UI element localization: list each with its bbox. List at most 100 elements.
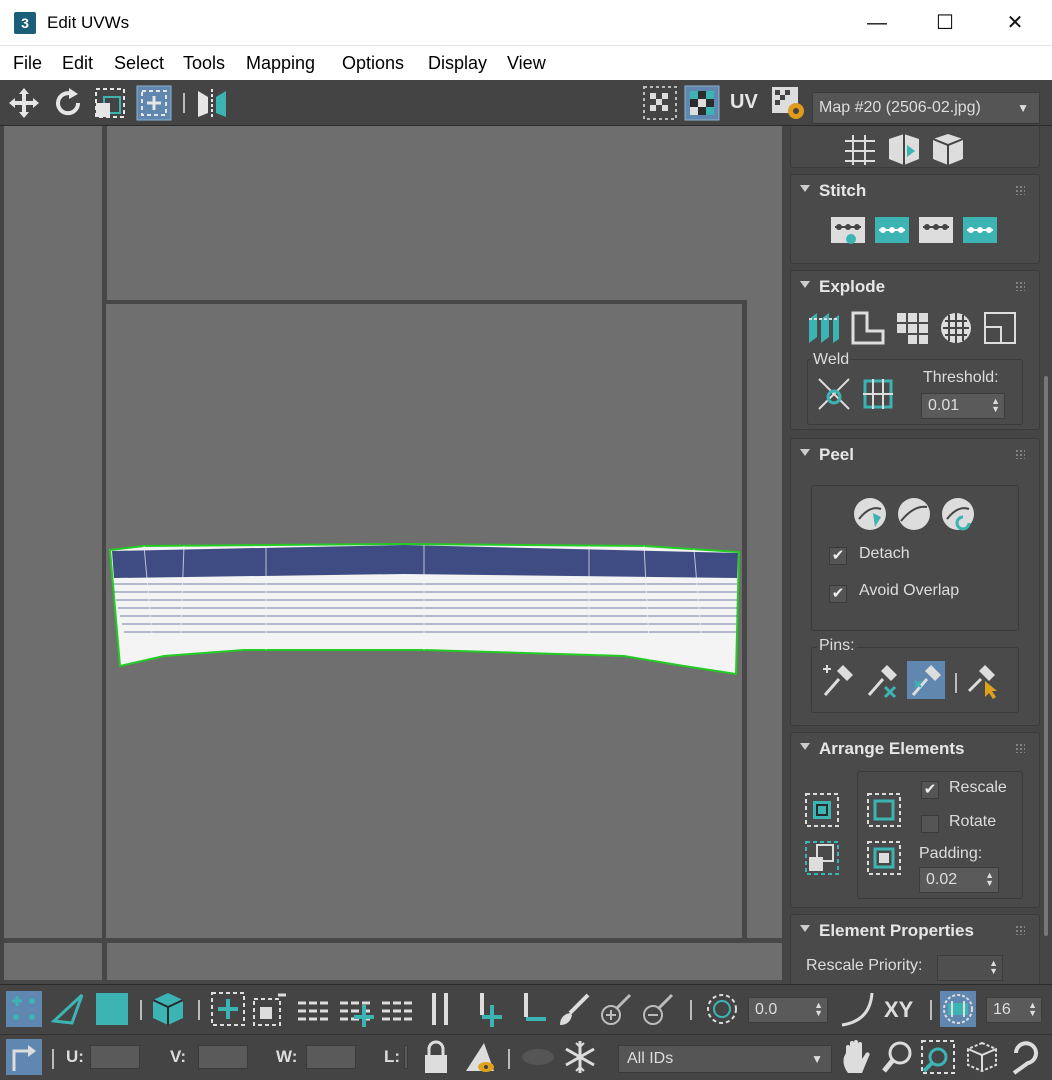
threshold-spinner[interactable]: 0.01 ▲ ▼ xyxy=(921,393,1005,419)
peel-title[interactable]: Peel xyxy=(819,445,854,465)
pack-custom-icon[interactable] xyxy=(803,791,841,829)
map-select[interactable]: Map #20 (2506-02.jpg) ▼ xyxy=(812,92,1040,124)
explode-to-faces-icon[interactable] xyxy=(893,309,931,347)
collapse-arrow-icon[interactable] xyxy=(800,281,810,288)
grow-ring-icon[interactable] xyxy=(470,991,506,1027)
stitch-custom-icon[interactable] xyxy=(961,211,999,249)
uv-viewport[interactable] xyxy=(4,126,782,984)
panel-scrollbar[interactable] xyxy=(1044,376,1048,936)
show-icon[interactable] xyxy=(520,1039,556,1075)
element-mode-icon[interactable] xyxy=(150,991,186,1027)
quick-peel-icon[interactable] xyxy=(851,495,889,533)
explode-title[interactable]: Explode xyxy=(819,277,885,297)
avoid-overlap-checkbox[interactable]: ✔ xyxy=(829,585,847,603)
collapse-arrow-icon[interactable] xyxy=(800,925,810,932)
menu-select[interactable]: Select xyxy=(114,53,164,74)
grip-icon[interactable] xyxy=(1015,925,1025,935)
menu-file[interactable]: File xyxy=(13,53,42,74)
help-icon[interactable] xyxy=(1008,1039,1044,1075)
vertex-mode-icon[interactable] xyxy=(6,991,42,1027)
padding-spinner[interactable]: 0.02 ▲ ▼ xyxy=(919,867,999,893)
brush-remove-icon[interactable] xyxy=(640,991,676,1027)
pack-together-icon[interactable] xyxy=(865,791,903,829)
pack-rescale-icon[interactable] xyxy=(865,839,903,877)
collapse-arrow-icon[interactable] xyxy=(800,185,810,192)
soft-selection-icon[interactable] xyxy=(704,991,740,1027)
flatten-icon[interactable] xyxy=(937,309,975,347)
maximize-button[interactable]: ☐ xyxy=(910,0,980,46)
paint-select-icon[interactable] xyxy=(556,991,592,1027)
grow-loop-icon[interactable] xyxy=(338,991,374,1027)
spinner-arrows-icon[interactable]: ▲ ▼ xyxy=(991,397,1000,414)
w-field[interactable] xyxy=(306,1045,356,1069)
rotation-spinner[interactable]: 0.0 ▲ ▼ xyxy=(748,997,828,1023)
spinner-arrows-icon[interactable]: ▲ ▼ xyxy=(989,959,998,976)
falloff-curve-icon[interactable] xyxy=(840,991,876,1027)
reset-peel-icon[interactable] xyxy=(939,495,977,533)
stitch-to-source-icon[interactable] xyxy=(917,211,955,249)
menu-mapping[interactable]: Mapping xyxy=(246,53,315,74)
grip-icon[interactable] xyxy=(1015,185,1025,195)
collapse-arrow-icon[interactable] xyxy=(800,743,810,750)
rotate-icon[interactable] xyxy=(50,85,86,121)
zoom-region-icon[interactable] xyxy=(920,1039,956,1075)
menu-edit[interactable]: Edit xyxy=(62,53,93,74)
show-map-icon[interactable] xyxy=(684,85,720,121)
grid-snap-icon[interactable] xyxy=(940,991,976,1027)
freeze-icon[interactable] xyxy=(562,1039,598,1075)
material-id-select[interactable]: All IDs ▼ xyxy=(618,1045,832,1073)
arrange-elements-title[interactable]: Arrange Elements xyxy=(819,739,965,759)
weld-target-icon[interactable] xyxy=(859,375,897,413)
hide-icon[interactable] xyxy=(462,1039,498,1075)
pin-select-icon[interactable] xyxy=(963,661,1001,699)
collapse-arrow-icon[interactable] xyxy=(800,449,810,456)
ring-select-icon[interactable] xyxy=(424,991,460,1027)
face-mode-icon[interactable] xyxy=(94,991,130,1027)
checker-icon[interactable] xyxy=(642,85,678,121)
stitch-to-target-icon[interactable] xyxy=(829,211,867,249)
menu-display[interactable]: Display xyxy=(428,53,487,74)
absolute-offset-icon[interactable] xyxy=(6,1039,42,1075)
menu-view[interactable]: View xyxy=(507,53,546,74)
shrink-selection-icon[interactable] xyxy=(252,991,288,1027)
pin-add-icon[interactable] xyxy=(819,661,857,699)
edge-mode-icon[interactable] xyxy=(50,991,86,1027)
pack-normalize-icon[interactable] xyxy=(803,839,841,877)
detach-checkbox[interactable]: ✔ xyxy=(829,547,847,565)
shrink-loop-icon[interactable] xyxy=(380,991,416,1027)
stitch-average-icon[interactable] xyxy=(873,211,911,249)
rescale-checkbox[interactable]: ✔ xyxy=(921,781,939,799)
grow-selection-icon[interactable] xyxy=(210,991,246,1027)
menu-tools[interactable]: Tools xyxy=(183,53,225,74)
mirror-icon[interactable] xyxy=(194,85,230,121)
pin-auto-icon[interactable] xyxy=(907,661,945,699)
close-button[interactable]: ✕ xyxy=(980,0,1050,46)
uv-toggle-button[interactable]: UV xyxy=(730,91,758,114)
grip-icon[interactable] xyxy=(1015,281,1025,291)
stitch-title[interactable]: Stitch xyxy=(819,181,866,201)
zoom-extents-icon[interactable] xyxy=(964,1039,1000,1075)
rescale-priority-spinner[interactable]: ▲ ▼ xyxy=(937,955,1003,981)
spinner-arrows-icon[interactable]: ▲ ▼ xyxy=(814,1001,823,1018)
loop-select-icon[interactable] xyxy=(296,991,332,1027)
element-properties-title[interactable]: Element Properties xyxy=(819,921,974,941)
scale-icon[interactable] xyxy=(92,85,128,121)
explode-by-smoothing-icon[interactable] xyxy=(805,309,843,347)
map-settings-icon[interactable] xyxy=(770,85,806,121)
minimize-button[interactable]: — xyxy=(842,0,912,46)
grid-size-spinner[interactable]: 16 ▲ ▼ xyxy=(986,997,1042,1023)
quick-planar-icon[interactable] xyxy=(841,131,879,169)
u-field[interactable] xyxy=(90,1045,140,1069)
pan-icon[interactable] xyxy=(838,1039,874,1075)
grip-icon[interactable] xyxy=(1015,449,1025,459)
move-icon[interactable] xyxy=(6,85,42,121)
lock-icon[interactable] xyxy=(418,1039,454,1075)
uv-canvas[interactable] xyxy=(4,126,782,984)
menu-options[interactable]: Options xyxy=(342,53,404,74)
spinner-arrows-icon[interactable]: ▲ ▼ xyxy=(1028,1001,1037,1018)
xy-toggle-button[interactable]: XY xyxy=(884,997,913,1023)
weld-selected-icon[interactable] xyxy=(815,375,853,413)
l-field[interactable] xyxy=(404,1045,408,1069)
peel-mode-icon[interactable] xyxy=(895,495,933,533)
explode-by-material-icon[interactable] xyxy=(849,309,887,347)
